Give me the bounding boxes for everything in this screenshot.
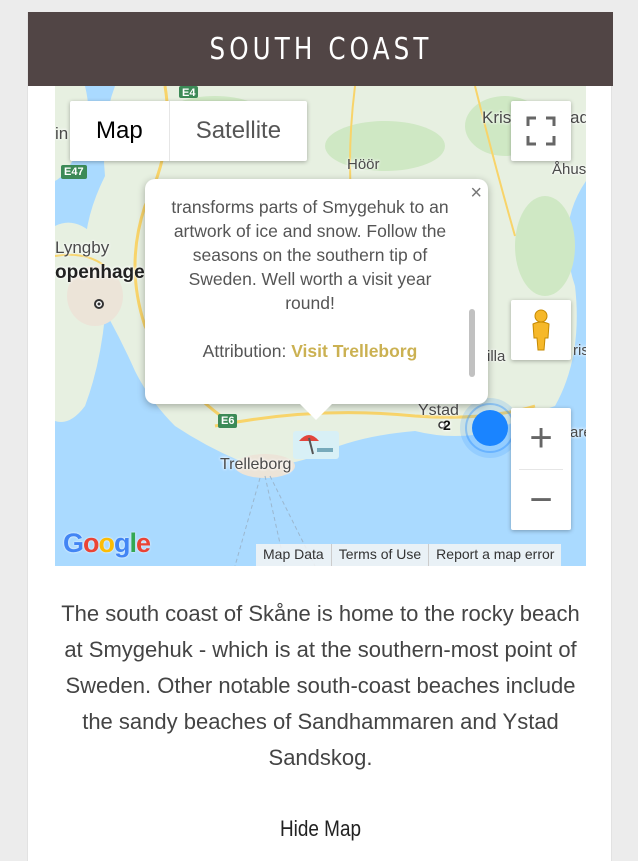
map-label-in: in xyxy=(55,124,69,143)
close-icon[interactable]: × xyxy=(470,182,482,205)
road-shield-e47: E47 xyxy=(61,165,87,179)
info-window: × transforms parts of Smygehuk to an art… xyxy=(145,179,488,420)
map-type-map-button[interactable]: Map xyxy=(70,101,169,161)
hide-map-button[interactable]: Hide Map xyxy=(69,816,572,842)
info-window-tail xyxy=(299,403,333,420)
map-type-control: Map Satellite xyxy=(70,101,308,161)
zoom-in-button[interactable]: + xyxy=(511,408,571,469)
terms-of-use-link[interactable]: Terms of Use xyxy=(330,544,428,566)
map-footer: Map Data Terms of Use Report a map error xyxy=(256,544,562,566)
attribution-link[interactable]: Visit Trelleborg xyxy=(291,341,417,361)
cluster-count: 2 xyxy=(443,417,451,433)
section-description: The south coast of Skåne is home to the … xyxy=(61,601,580,770)
map-data-link[interactable]: Map Data xyxy=(256,544,331,566)
fullscreen-icon xyxy=(526,116,556,146)
attribution: Attribution: Visit Trelleborg xyxy=(163,339,457,363)
section-title: SOUTH COAST xyxy=(208,31,433,67)
pegman-icon xyxy=(532,309,550,351)
map-label-ahus: Åhus xyxy=(552,161,586,178)
google-logo: Google xyxy=(63,528,151,558)
map-label-ris: ris xyxy=(573,342,586,359)
map-label-ad: ad xyxy=(570,108,586,127)
map-label-illa: illa xyxy=(487,348,506,365)
map-type-satellite-button[interactable]: Satellite xyxy=(170,101,307,161)
map-label-hoor: Höör xyxy=(347,156,380,173)
map-label-lyngby: Lyngby xyxy=(55,238,110,257)
zoom-control: + − xyxy=(511,408,571,530)
map-label-ystad: Ystad xyxy=(418,402,459,419)
info-window-scrollbar[interactable] xyxy=(469,309,475,377)
zoom-out-button[interactable]: − xyxy=(511,470,571,531)
info-window-text: transforms parts of Smygehuk to an artwo… xyxy=(171,197,449,313)
info-window-content: transforms parts of Smygehuk to an artwo… xyxy=(163,195,457,363)
road-shield-e6: E6 xyxy=(218,414,238,428)
map-label-kris: Kris xyxy=(482,108,512,127)
south-coast-card: SOUTH COAST Kris ad in Höör Åhus Lyngby … xyxy=(27,12,613,861)
attribution-label: Attribution: xyxy=(202,341,287,361)
section-header: SOUTH COAST xyxy=(28,12,613,86)
report-map-error-link[interactable]: Report a map error xyxy=(428,544,561,566)
map-label-copenhagen: openhage xyxy=(55,262,145,283)
map-label-are: are xyxy=(570,424,586,441)
street-view-button[interactable] xyxy=(511,300,571,360)
road-shield-e4: E4 xyxy=(179,86,199,98)
map-label-trelleborg: Trelleborg xyxy=(220,456,292,473)
map-view[interactable]: Kris ad in Höör Åhus Lyngby openhage ill… xyxy=(55,86,586,566)
fullscreen-button[interactable] xyxy=(511,101,571,161)
